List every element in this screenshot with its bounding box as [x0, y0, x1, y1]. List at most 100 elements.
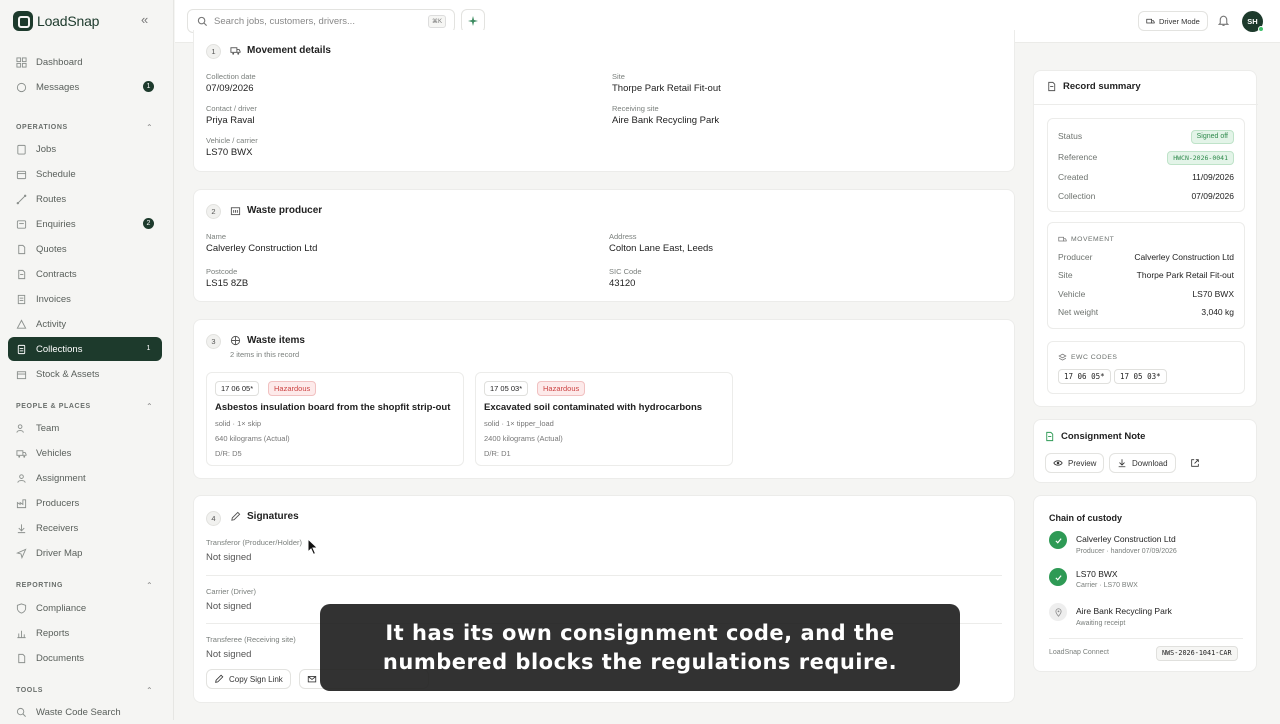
chevron-up-icon[interactable]: ⌃ [146, 686, 153, 695]
sidebar-item-routes[interactable]: Routes [8, 187, 162, 211]
sidebar-item-label: Driver Map [36, 547, 83, 559]
bell-icon[interactable] [1217, 14, 1230, 27]
sidebar: LoadSnap « Dashboard Messages 1 OPERATIO… [0, 0, 174, 720]
file-icon [18, 653, 26, 663]
custody-step-sub: Awaiting receipt [1076, 620, 1126, 627]
activity-icon [16, 318, 27, 329]
field-label: SIC Code [609, 267, 642, 276]
sidebar-item-messages[interactable]: Messages 1 [8, 75, 162, 99]
sidebar-item-driver-map[interactable]: Driver Map [8, 541, 162, 565]
ewc-code-chip: 17 06 05* [1058, 369, 1111, 384]
driver-mode-button[interactable]: Driver Mode [1138, 11, 1208, 31]
chain-of-custody-card: Chain of custody Calverley Construction … [1033, 495, 1257, 672]
sidebar-item-assignment[interactable]: Assignment [8, 466, 162, 490]
sidebar-item-producers[interactable]: Producers [8, 491, 162, 515]
check-icon [1049, 531, 1067, 549]
check-icon [1049, 568, 1067, 586]
sidebar-item-label: Waste Code Search [36, 706, 121, 718]
truck-icon [1146, 18, 1155, 23]
truck-icon [1058, 236, 1067, 242]
section-title: Waste items [230, 335, 305, 346]
hazardous-badge: Hazardous [537, 381, 586, 396]
calendar-icon [16, 170, 27, 179]
app-logo[interactable]: LoadSnap [13, 11, 99, 31]
field-label: Receiving site [612, 104, 659, 113]
waste-item-title: Excavated soil contaminated with hydroca… [484, 402, 703, 413]
sidebar-item-enquiries[interactable]: Enquiries 2 [8, 212, 162, 236]
factory-icon [16, 498, 27, 508]
sidebar-item-dashboard[interactable]: Dashboard [8, 50, 162, 74]
field-label: Contact / driver [206, 104, 257, 113]
field-label: Postcode [206, 267, 238, 276]
external-link-icon [1191, 459, 1199, 467]
status-label: Status [1058, 131, 1083, 141]
sidebar-item-documents[interactable]: Documents [8, 646, 162, 670]
section-title: Waste producer [230, 205, 322, 216]
box-icon [16, 370, 27, 379]
sidebar-item-contracts[interactable]: Contracts [8, 262, 162, 286]
sidebar-item-collections[interactable]: Collections 1 [8, 337, 162, 361]
field-value: LS70 BWX [206, 147, 253, 158]
sidebar-item-vehicles[interactable]: Vehicles [8, 441, 162, 465]
sidebar-item-waste-code-search[interactable]: Waste Code Search [8, 700, 162, 724]
chevron-up-icon[interactable]: ⌃ [146, 123, 153, 132]
sidebar-item-quotes[interactable]: Quotes [8, 237, 162, 261]
collapse-sidebar-icon[interactable]: « [141, 13, 153, 27]
preview-button[interactable]: Preview [1045, 453, 1105, 473]
field-value: 43120 [609, 278, 636, 289]
field-label: Address [609, 232, 637, 241]
download-button[interactable]: Download [1109, 453, 1176, 473]
download-icon [1118, 459, 1126, 468]
chevron-up-icon[interactable]: ⌃ [146, 402, 153, 411]
sidebar-item-activity[interactable]: Activity [8, 312, 162, 336]
section-title-reporting: REPORTING [16, 582, 64, 589]
connect-code[interactable]: NWS-2026-1041-CAR [1156, 646, 1238, 661]
sidebar-item-team[interactable]: Team [8, 416, 162, 440]
pen-icon [215, 674, 224, 683]
ewc-codes-box: EWC CODES 17 06 05* 17 05 03* [1047, 341, 1245, 394]
sidebar-item-label: Vehicles [36, 447, 72, 459]
chevron-up-icon[interactable]: ⌃ [146, 581, 153, 590]
sidebar-item-jobs[interactable]: Jobs [8, 137, 162, 161]
reference-code[interactable]: HWCN-2026-0041 [1167, 151, 1234, 165]
waste-item-dr: D/R: D5 [215, 449, 242, 458]
sidebar-item-receivers[interactable]: Receivers [8, 516, 162, 540]
truck-icon [16, 449, 27, 458]
sidebar-item-reports[interactable]: Reports [8, 621, 162, 645]
document-icon [1048, 81, 1056, 92]
assignment-icon [17, 473, 26, 483]
waste-item-title: Asbestos insulation board from the shopf… [215, 402, 451, 413]
copy-sign-link-button[interactable]: Copy Sign Link [206, 669, 291, 689]
chain-of-custody-title: Chain of custody [1049, 513, 1123, 523]
reference-label: Reference [1058, 152, 1098, 162]
field-label: Site [612, 72, 625, 81]
open-external-button[interactable] [1185, 453, 1205, 473]
collections-icon [17, 344, 26, 354]
field-value: Aire Bank Recycling Park [612, 115, 720, 126]
truck-icon [230, 47, 241, 55]
search-placeholder: Search jobs, customers, drivers... [214, 15, 355, 27]
waste-item-weight: 640 kilograms (Actual) [215, 434, 290, 443]
custody-step-title: Calverley Construction Ltd [1076, 534, 1176, 544]
waste-item-weight: 2400 kilograms (Actual) [484, 434, 563, 443]
online-status-dot [1258, 26, 1264, 32]
section-number: 2 [206, 204, 221, 219]
sidebar-item-label: Reports [36, 627, 70, 639]
waste-item-form: solid · 1× skip [215, 419, 262, 428]
movement-heading: MOVEMENT [1058, 235, 1114, 244]
ewc-heading-text: EWC CODES [1071, 354, 1118, 361]
custody-step-title: Aire Bank Recycling Park [1076, 606, 1172, 616]
dashboard-icon [16, 56, 27, 68]
field-value: Calverley Construction Ltd [206, 243, 318, 254]
waste-item-card[interactable]: 17 06 05* Hazardous Asbestos insulation … [206, 372, 464, 466]
logo-icon [13, 11, 33, 31]
sidebar-item-stock-assets[interactable]: Stock & Assets [8, 362, 162, 386]
hazardous-badge: Hazardous [268, 381, 317, 396]
navigation-icon [16, 547, 27, 559]
sidebar-item-invoices[interactable]: Invoices [8, 287, 162, 311]
sidebar-item-schedule[interactable]: Schedule [8, 162, 162, 186]
waste-item-card[interactable]: 17 05 03* Hazardous Excavated soil conta… [475, 372, 733, 466]
sidebar-item-compliance[interactable]: Compliance [8, 596, 162, 620]
custody-step-sub: Carrier · LS70 BWX [1076, 582, 1138, 589]
clipboard-icon [17, 144, 26, 155]
